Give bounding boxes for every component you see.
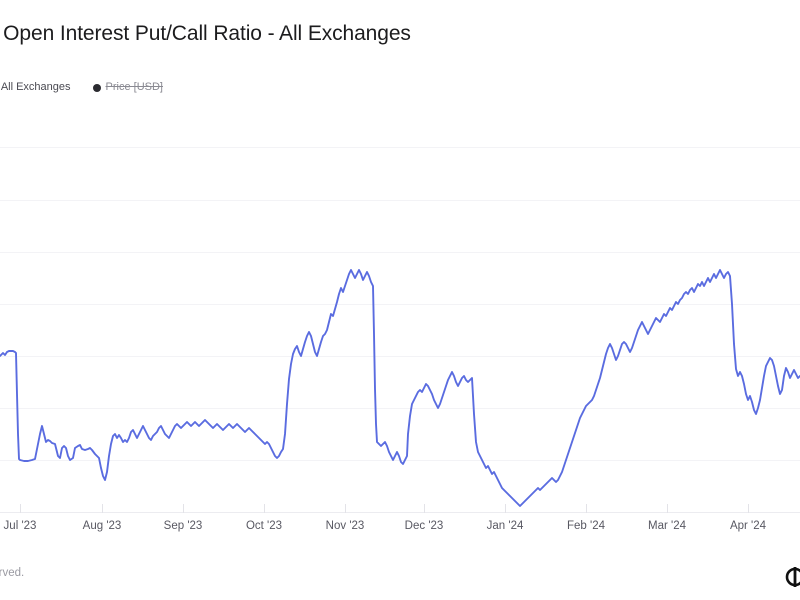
x-axis-label: Apr '24 <box>729 520 767 532</box>
x-axis-tick <box>183 504 184 513</box>
legend-item-ratio[interactable]: rest Put/Call Ratio - All Exchanges <box>0 82 71 93</box>
footer: All Rights Reserved. <box>0 562 800 600</box>
x-axis-label: Mar '24 <box>648 520 686 532</box>
x-axis-label: Dec '23 <box>404 520 444 532</box>
x-axis-tick <box>505 504 506 513</box>
x-axis-tick <box>424 504 425 513</box>
dot-marker-icon <box>92 83 101 92</box>
legend-item-label: Price [USD] <box>105 81 163 93</box>
x-axis-tick <box>345 504 346 513</box>
copyright-text: All Rights Reserved. <box>0 567 25 579</box>
series-line-putcall-ratio <box>0 104 800 514</box>
page-title: ptions Open Interest Put/Call Ratio - Al… <box>0 22 411 45</box>
x-axis-tick <box>264 504 265 513</box>
chart-legend: rest Put/Call Ratio - All Exchanges Pric… <box>0 82 750 93</box>
x-axis-label: Nov '23 <box>325 520 365 532</box>
x-axis-label: Aug '23 <box>82 520 122 532</box>
x-axis-tick <box>667 504 668 513</box>
x-axis-label: Oct '23 <box>245 520 283 532</box>
x-axis-label: Jul '23 <box>3 520 37 532</box>
x-axis-ticks <box>0 504 800 513</box>
legend-item-label: rest Put/Call Ratio - All Exchanges <box>0 81 71 93</box>
plot-area[interactable] <box>0 104 800 514</box>
legend-item-price[interactable]: Price [USD] <box>92 81 163 93</box>
chart-page: ptions Open Interest Put/Call Ratio - Al… <box>0 0 800 600</box>
x-axis-labels: Jul '23 Aug '23 Sep '23 Oct '23 Nov '23 Dec '… <box>0 520 800 542</box>
x-axis-label: Sep '23 <box>163 520 203 532</box>
x-axis-tick <box>586 504 587 513</box>
x-axis-label: Feb '24 <box>567 520 605 532</box>
x-axis-tick <box>748 504 749 513</box>
x-axis-tick <box>102 504 103 513</box>
x-axis-label: Jan '24 <box>486 520 524 532</box>
x-axis-tick <box>20 504 21 513</box>
watermark-badge-icon <box>785 567 800 587</box>
